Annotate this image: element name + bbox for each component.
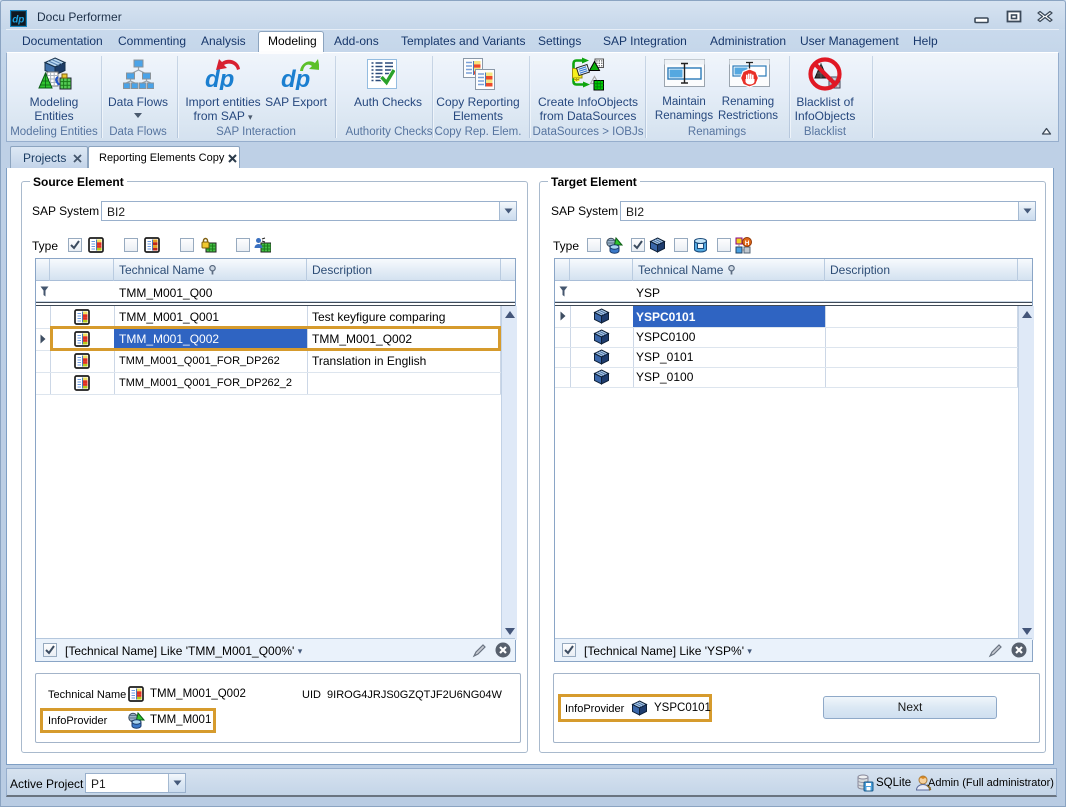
svg-text:dp: dp [12,15,24,26]
svg-text:dp: dp [281,66,310,90]
svg-text:dp: dp [205,66,234,90]
svg-text:H: H [745,240,750,247]
